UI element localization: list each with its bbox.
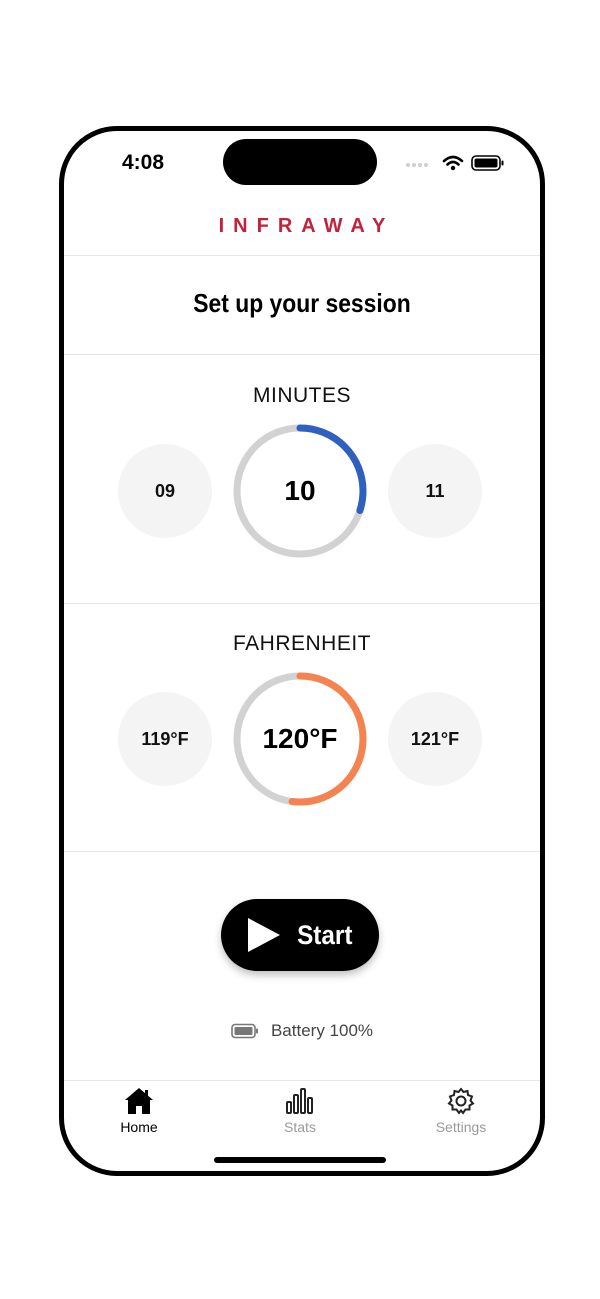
divider: [64, 851, 540, 852]
minutes-dial[interactable]: 10: [230, 421, 370, 561]
battery-status-icon: [471, 155, 504, 171]
divider: [64, 255, 540, 256]
tab-stats-label: Stats: [284, 1119, 316, 1135]
temperature-value: 120°F: [262, 723, 338, 754]
tab-home-label: Home: [120, 1119, 158, 1135]
temperature-next-button[interactable]: 121°F: [388, 692, 482, 786]
status-time: 4:08: [122, 151, 165, 174]
temperature-dial[interactable]: 120°F: [230, 669, 370, 809]
tab-home[interactable]: Home: [79, 1087, 199, 1135]
minutes-next-button[interactable]: 11: [388, 444, 482, 538]
gear-icon: [447, 1087, 475, 1115]
signal-icon: [406, 163, 428, 167]
divider: [64, 603, 540, 604]
home-indicator: [214, 1157, 386, 1163]
minutes-prev-button[interactable]: 09: [118, 444, 212, 538]
tab-settings[interactable]: Settings: [401, 1087, 521, 1135]
start-button[interactable]: Start: [221, 899, 379, 971]
stats-icon: [286, 1088, 313, 1114]
wifi-icon: [442, 155, 464, 166]
start-button-label: Start: [297, 919, 353, 950]
status-icons: [406, 155, 504, 171]
brand-logo: INFRAWAY: [218, 215, 395, 237]
tab-stats[interactable]: Stats: [240, 1087, 360, 1135]
battery-text: Battery 100%: [270, 1021, 374, 1040]
phone-frame: 4:08 INFRAWAY Set up your session MINUTE…: [59, 126, 545, 1176]
minutes-value: 10: [284, 475, 316, 506]
temperature-prev-button[interactable]: 119°F: [118, 692, 212, 786]
play-icon: [248, 918, 281, 952]
temperature-label: FAHRENHEIT: [232, 632, 371, 655]
tab-settings-label: Settings: [435, 1119, 487, 1135]
battery-icon: [231, 1023, 258, 1039]
dynamic-island: [223, 139, 377, 185]
divider: [64, 354, 540, 355]
page-title: Set up your session: [193, 288, 411, 318]
minutes-label: MINUTES: [253, 384, 351, 407]
home-icon: [125, 1088, 153, 1114]
battery-indicator: Battery 100%: [64, 1021, 540, 1041]
